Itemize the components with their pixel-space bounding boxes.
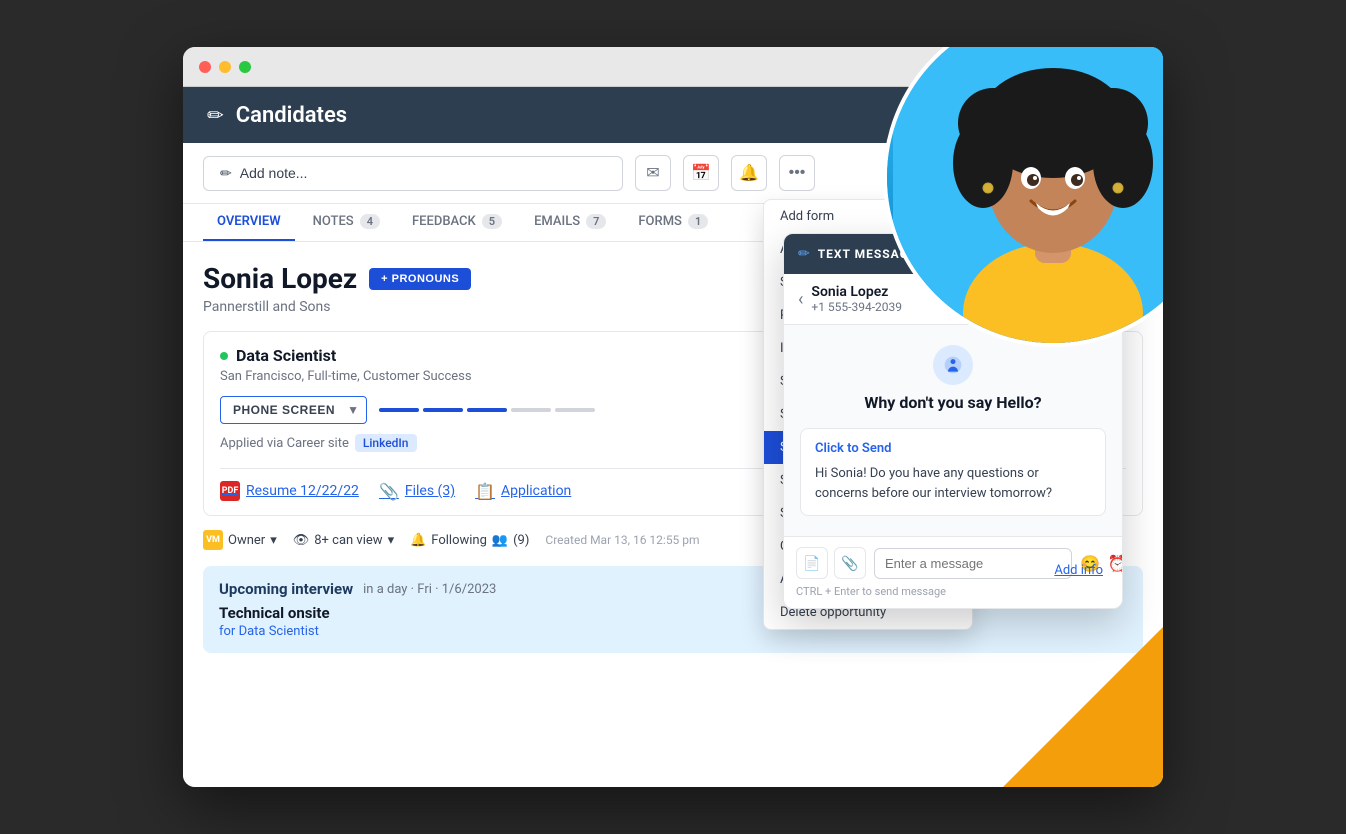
stage-step-5: [555, 408, 595, 412]
tab-feedback-badge: 5: [482, 214, 502, 229]
tab-feedback-label: FEEDBACK: [412, 214, 476, 229]
orange-triangle-decoration: [983, 607, 1163, 787]
tab-overview[interactable]: OVERVIEW: [203, 204, 295, 241]
tab-emails-badge: 7: [586, 214, 606, 229]
visibility-chevron: ▾: [388, 533, 395, 548]
visibility-label: 8+ can view: [314, 533, 382, 548]
owner-item[interactable]: VM Owner ▾: [203, 530, 277, 550]
application-link[interactable]: 📋 Application: [475, 482, 571, 501]
tab-forms[interactable]: FORMS 1: [624, 204, 722, 241]
files-label: Files (3): [405, 483, 455, 499]
bell-icon: 🔔: [410, 533, 426, 548]
tm-message-bubble[interactable]: Click to Send Hi Sonia! Do you have any …: [800, 428, 1106, 516]
alarm-icon: 🔔: [739, 163, 759, 183]
team-icon: 👥: [492, 533, 508, 548]
visibility-item[interactable]: 👁 8+ can view ▾: [293, 533, 394, 548]
linkedin-badge: LinkedIn: [355, 434, 417, 452]
tm-paperclip-button[interactable]: 📎: [834, 547, 866, 579]
tab-forms-label: FORMS: [638, 214, 682, 229]
resume-link[interactable]: PDF Resume 12/22/22: [220, 481, 359, 501]
more-button[interactable]: •••: [779, 155, 815, 191]
application-icon: 📋: [475, 482, 495, 501]
resume-icon: PDF: [220, 481, 240, 501]
browser-dot-green[interactable]: [239, 61, 251, 73]
stage-step-3: [467, 408, 507, 412]
pronouns-button[interactable]: + PRONOUNS: [369, 268, 471, 290]
created-label: Created Mar 13, 16 12:55 pm: [545, 533, 699, 547]
tm-back-icon[interactable]: ‹: [798, 289, 803, 310]
add-note-label: Add note...: [240, 165, 308, 181]
tab-feedback[interactable]: FEEDBACK 5: [398, 204, 516, 241]
tab-forms-badge: 1: [688, 214, 708, 229]
browser-dot-red[interactable]: [199, 61, 211, 73]
owner-chevron: ▾: [270, 533, 277, 548]
following-label: Following: [431, 533, 487, 548]
more-icon: •••: [789, 164, 806, 182]
owner-avatar: VM: [203, 530, 223, 550]
stage-step-1: [379, 408, 419, 412]
stage-select[interactable]: PHONE SCREEN: [220, 396, 367, 424]
tm-hello-icon: [933, 345, 973, 385]
resume-label: Resume 12/22/22: [246, 483, 359, 499]
tab-notes-label: NOTES: [313, 214, 354, 229]
tab-emails-label: EMAILS: [534, 214, 580, 229]
tab-notes[interactable]: NOTES 4: [299, 204, 394, 241]
tm-schedule-button[interactable]: ⏰: [1108, 554, 1123, 573]
tm-message-input[interactable]: [874, 548, 1072, 579]
file-icon: 📄: [803, 555, 820, 572]
candidate-name: Sonia Lopez: [203, 262, 357, 295]
email-button[interactable]: ✉: [635, 155, 671, 191]
app-logo-icon: ✏: [207, 103, 224, 127]
upcoming-title: Upcoming interview: [219, 580, 353, 598]
files-link[interactable]: 📎 Files (3): [379, 482, 455, 501]
browser-dot-yellow[interactable]: [219, 61, 231, 73]
tab-notes-badge: 4: [360, 214, 380, 229]
stage-steps: [379, 408, 595, 412]
tm-attach-btns: 📄 📎: [796, 547, 866, 579]
tm-contact-row: ‹ Sonia Lopez +1 555-394-2039: [798, 284, 902, 314]
tm-hint: CTRL + Enter to send message: [796, 585, 1110, 598]
job-title: Data Scientist: [236, 346, 336, 365]
calendar-icon: 📅: [691, 163, 711, 183]
stage-step-4: [511, 408, 551, 412]
applied-text: Applied via Career site: [220, 436, 349, 451]
job-status-dot: [220, 352, 228, 360]
add-note-button[interactable]: ✏ Add note...: [203, 156, 623, 191]
owner-label: Owner: [228, 533, 265, 548]
visibility-icon: 👁: [293, 533, 310, 548]
application-label: Application: [501, 483, 571, 499]
tm-contact-name: Sonia Lopez: [811, 284, 902, 300]
app-header-title: Candidates: [236, 103, 347, 128]
tm-contact-phone: +1 555-394-2039: [811, 300, 902, 314]
tm-logo-icon: ✏: [798, 246, 810, 262]
calendar-button[interactable]: 📅: [683, 155, 719, 191]
stage-step-2: [423, 408, 463, 412]
alarm-button[interactable]: 🔔: [731, 155, 767, 191]
tm-message-text: Hi Sonia! Do you have any questions or c…: [815, 464, 1091, 503]
files-icon: 📎: [379, 482, 399, 501]
paperclip-icon: 📎: [841, 555, 858, 572]
tab-emails[interactable]: EMAILS 7: [520, 204, 620, 241]
tm-body: Why don't you say Hello? Click to Send H…: [784, 325, 1122, 536]
upcoming-date: in a day · Fri · 1/6/2023: [363, 582, 496, 597]
tm-file-attach-button[interactable]: 📄: [796, 547, 828, 579]
email-icon: ✉: [646, 163, 659, 183]
tm-click-to-send: Click to Send: [815, 441, 1091, 456]
team-count: (9): [513, 533, 529, 548]
add-info-link[interactable]: Add info: [1054, 563, 1103, 578]
tm-hello-text: Why don't you say Hello?: [864, 393, 1041, 412]
following-item[interactable]: 🔔 Following 👥 (9): [410, 533, 529, 548]
tab-overview-label: OVERVIEW: [217, 214, 281, 229]
pencil-icon: ✏: [220, 165, 232, 182]
